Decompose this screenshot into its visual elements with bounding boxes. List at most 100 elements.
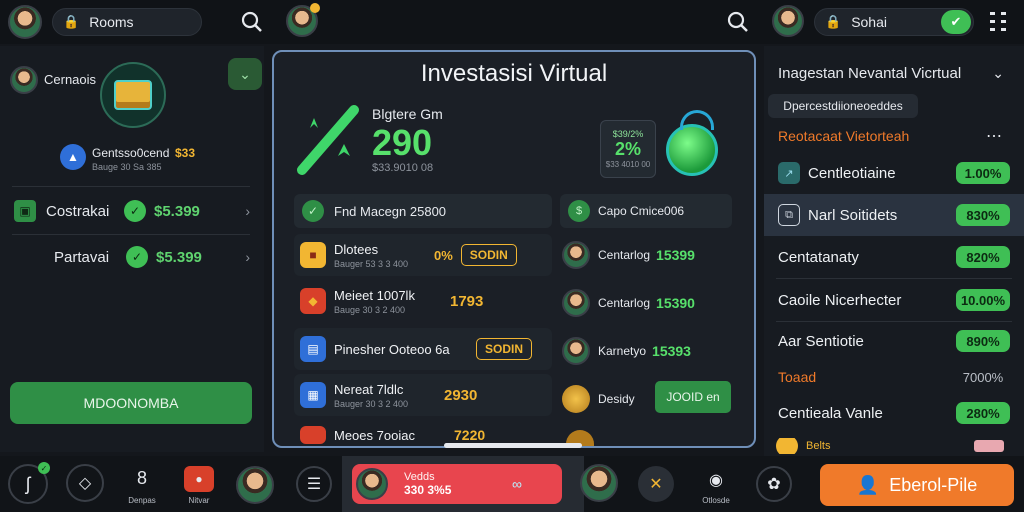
list-item[interactable]: ▦ Nereat 7ldlc Bauger 30 3 2 400 2930 (294, 374, 552, 416)
right-row[interactable]: ↗ Centleotiaine 1.00% (764, 152, 1024, 194)
check-icon: ✓ (302, 200, 324, 222)
document-icon: ▤ (300, 336, 326, 362)
item-tag[interactable]: SODIN (476, 338, 533, 360)
tag-icon[interactable]: ◇ (66, 464, 104, 502)
avatar[interactable] (236, 466, 274, 504)
grid-menu-icon[interactable] (990, 12, 1008, 32)
divider (12, 234, 250, 235)
chevron-right-icon[interactable]: › (245, 203, 250, 219)
chevron-down-icon[interactable]: ⌄ (992, 65, 1004, 82)
tools-icon[interactable]: ✕ (638, 466, 674, 502)
item-title: Karnetyo (598, 344, 647, 358)
list-item[interactable]: ◆ Meieet 1007lk Bauge 30 3 2 400 1793 (294, 280, 552, 322)
item-title: Meoes 7ooiac (334, 427, 415, 443)
check-icon: ✓ (126, 246, 148, 268)
box-icon: ▣ (14, 200, 36, 222)
profile-name: Cernaois (44, 72, 97, 87)
chevron-right-icon[interactable]: › (245, 249, 250, 265)
primary-action-button[interactable]: MDOONOMBA (10, 382, 252, 424)
cta-button[interactable]: 👤 Eberol-Pile (820, 464, 1014, 506)
right-row-label: Centieala Vanle (778, 404, 883, 422)
profile-avatar-small (10, 66, 38, 94)
green-orb-icon (666, 124, 718, 176)
item-value: 15393 (652, 343, 691, 359)
right-row[interactable]: Centieala Vanle 280% (764, 392, 1024, 434)
badge-sub: $33 4010 00 (605, 160, 651, 169)
right-panel-title: Inagestan Nevantal Vicrtual (778, 64, 962, 82)
list-icon[interactable]: ☰ (296, 466, 332, 502)
avatar[interactable] (580, 464, 618, 502)
avatar (562, 241, 590, 269)
right-row-label: Toaad (778, 369, 817, 385)
left-row-partavai[interactable]: Partavai ✓ $5.399 › (14, 242, 254, 272)
settings-icon[interactable]: ✿ (756, 466, 792, 502)
item-title: Pinesher Ooteoo 6a (334, 341, 450, 357)
active-card[interactable]: Vedds 330 3%5 ∞ (352, 464, 562, 504)
camera-icon[interactable]: ◉ (700, 466, 732, 494)
divider (12, 186, 250, 187)
right-panel-header[interactable]: Inagestan Nevantal Vicrtual ⌄ (778, 62, 1018, 84)
right-row-label: Centatanaty (778, 248, 859, 266)
right-row-value: 830% (956, 204, 1010, 226)
join-button[interactable]: JOOID en (655, 381, 731, 413)
list-item[interactable]: Karnetyo 15393 (562, 334, 742, 368)
account-sub: Bauge 30 Sa 385 (92, 162, 162, 172)
shield-check-icon[interactable]: ✔ (941, 10, 971, 34)
left-row-costrakai[interactable]: ▣ Costrakai ✓ $5.399 › (14, 196, 254, 226)
list-item[interactable]: Centarlog 15390 (562, 286, 742, 320)
right-row-value: 890% (956, 330, 1010, 352)
left-list-header[interactable]: ✓ Fnd Macegn 25800 (294, 194, 552, 228)
item-value: 7220 (454, 427, 486, 443)
right-list-header[interactable]: $ Capo Cmice006 (560, 194, 732, 228)
item-sub: Bauge 30 3 2 400 (334, 304, 406, 315)
list-item[interactable]: Centarlog 15399 (562, 238, 742, 272)
right-row-value: 1.00% (956, 162, 1010, 184)
search-icon-right[interactable] (726, 10, 750, 34)
coin-icon (562, 385, 590, 413)
badge-value: 2% (614, 139, 641, 159)
top-bar: 🔒 Rooms 🔒 Sohai ✔ (0, 0, 1024, 44)
right-footer-row[interactable]: Belts (776, 438, 1012, 454)
chest-icon: ■ (300, 242, 326, 268)
badge-top: $39/2% (612, 129, 644, 139)
pig-icon[interactable]: ● (184, 466, 214, 492)
right-row-label: Aar Sentiotie (778, 332, 864, 350)
search-field-left[interactable]: 🔒 Rooms (52, 8, 202, 36)
more-icon[interactable]: ⋯ (986, 126, 1002, 146)
list-item[interactable]: ▤ Pinesher Ooteoo 6a SODIN (294, 328, 552, 370)
hero-label: Blgtere Gm (372, 106, 443, 122)
coin-icon (776, 438, 798, 454)
filter-chip[interactable]: Dpercestdiioneoeddes (768, 94, 918, 118)
hero-value: 290 (372, 122, 433, 163)
right-row-value: 280% (956, 402, 1010, 424)
clipboard-icon: ▦ (300, 382, 326, 408)
chart-icon: ↗ (778, 162, 800, 184)
right-row[interactable]: Centatanaty 820% (764, 236, 1024, 278)
user-icon: 👤 (856, 474, 880, 495)
item-title: Centarlog (598, 248, 651, 262)
lock-icon: 🔒 (825, 14, 842, 29)
image-icon: ⧉ (778, 204, 800, 226)
pretzel-icon[interactable]: 8 (124, 464, 160, 492)
list-item[interactable]: ■ Dlotees Bauger 53 3 3 400 0% SODIN (294, 234, 552, 276)
active-card-title: Vedds (404, 471, 435, 483)
right-row-value: 7000% (962, 369, 1004, 385)
search-field-right[interactable]: 🔒 Sohai ✔ (814, 8, 974, 36)
nav-label: Otlosde (702, 496, 730, 505)
user-avatar[interactable] (8, 5, 42, 39)
check-badge-icon: ✓ (38, 462, 50, 474)
right-row-selected[interactable]: ⧉ Narl Soitidets 830% (764, 194, 1024, 236)
scroll-handle[interactable] (444, 443, 582, 448)
right-row[interactable]: Caoile Nicerhecter 10.00% (764, 279, 1024, 321)
item-value: 2930 (444, 386, 478, 404)
row-label: Partavai (54, 248, 110, 266)
hero-sub: $33.9010 08 (372, 162, 434, 174)
right-row-value: 10.00% (956, 289, 1010, 311)
wallet-icon (114, 80, 152, 110)
item-tag[interactable]: SODIN (460, 244, 517, 266)
chevron-down-icon[interactable]: ⌄ (228, 58, 262, 90)
profile-avatar[interactable] (772, 5, 804, 37)
search-icon[interactable] (240, 10, 264, 34)
right-sub-header: Reotacaat Vietorteah ⋯ (778, 126, 1018, 146)
row-label: Costrakai (46, 202, 110, 220)
